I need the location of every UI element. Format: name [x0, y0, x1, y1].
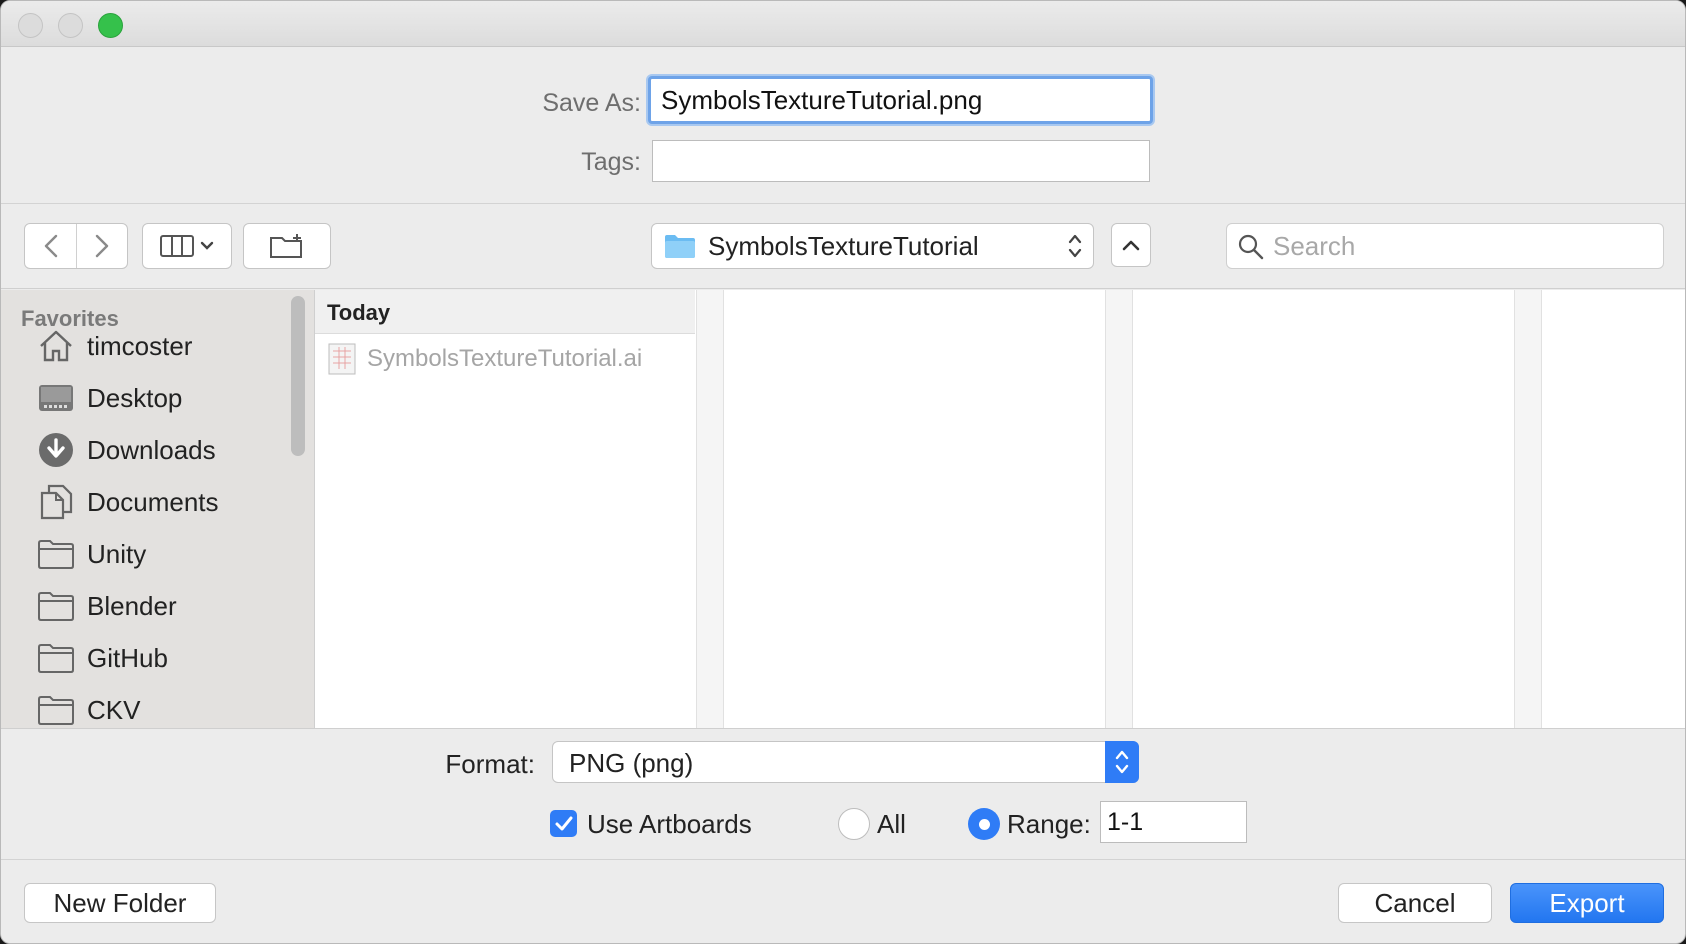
range-label[interactable]: Range:	[1007, 809, 1091, 840]
maximize-window-button[interactable]	[98, 13, 123, 38]
search-icon	[1238, 234, 1264, 260]
sidebar-item-label: GitHub	[87, 642, 168, 673]
close-window-button[interactable]	[18, 13, 43, 38]
folder-plus-icon	[270, 234, 302, 258]
file-name: SymbolsTextureTutorial.ai	[367, 345, 643, 372]
minimize-window-button[interactable]	[58, 13, 83, 38]
use-artboards-checkbox[interactable]	[550, 810, 577, 837]
column-divider[interactable]	[696, 290, 724, 728]
home-icon	[37, 327, 75, 365]
view-mode-button[interactable]	[142, 223, 232, 269]
file-row[interactable]: SymbolsTextureTutorial.ai	[315, 338, 695, 380]
downloads-icon	[37, 431, 75, 469]
sidebar-item-label: timcoster	[87, 330, 193, 361]
column-header-today: Today	[315, 290, 695, 334]
chevron-up-icon	[1122, 240, 1140, 251]
location-label: SymbolsTextureTutorial	[708, 230, 979, 261]
use-artboards-label[interactable]: Use Artboards	[587, 809, 752, 840]
new-folder-icon-button[interactable]	[243, 223, 331, 269]
sidebar-item-unity[interactable]: Unity	[37, 532, 146, 576]
format-value: PNG (png)	[569, 748, 694, 778]
sidebar-item-timcoster[interactable]: timcoster	[37, 324, 192, 368]
sidebar-item-github[interactable]: GitHub	[37, 636, 168, 680]
cancel-button[interactable]: Cancel	[1338, 883, 1492, 923]
forward-button[interactable]	[76, 224, 127, 268]
sidebar-item-label: Blender	[87, 590, 177, 621]
back-button[interactable]	[25, 224, 76, 268]
folder-icon	[37, 691, 75, 728]
sidebar-item-label: Unity	[87, 538, 147, 569]
format-select[interactable]: PNG (png)	[552, 741, 1139, 783]
sidebar-item-documents[interactable]: Documents	[37, 480, 219, 524]
sidebar-item-downloads[interactable]: Downloads	[37, 428, 216, 472]
folder-icon	[37, 587, 75, 625]
checkmark-icon	[555, 816, 572, 830]
sidebar-item-label: Documents	[87, 486, 219, 517]
column-1: Today SymbolsTextureTutorial.ai	[315, 290, 695, 728]
new-folder-button[interactable]: New Folder	[24, 883, 216, 923]
sidebar-item-ckv[interactable]: CKV	[37, 688, 140, 728]
column-divider[interactable]	[1514, 290, 1542, 728]
expand-collapse-button[interactable]	[1111, 223, 1151, 267]
chevron-right-icon	[95, 234, 109, 258]
file-browser: Today SymbolsTextureTutorial.ai	[315, 290, 1685, 728]
folder-icon	[37, 535, 75, 573]
sidebar-scrollbar[interactable]	[291, 296, 305, 456]
tags-label: Tags:	[581, 148, 641, 176]
updown-chevron-icon	[1115, 750, 1129, 774]
search-input[interactable]	[1273, 230, 1653, 262]
save-as-label: Save As:	[542, 89, 641, 117]
save-as-input[interactable]	[648, 76, 1153, 124]
ai-file-icon	[328, 343, 356, 375]
all-label[interactable]: All	[877, 809, 906, 840]
updown-chevron-icon	[1068, 234, 1082, 258]
column-view-icon	[160, 235, 194, 257]
save-dialog: Save As: Tags: SymbolsTextureTutorial	[0, 0, 1686, 944]
desktop-icon	[37, 379, 75, 417]
location-popup[interactable]: SymbolsTextureTutorial	[651, 223, 1094, 269]
chevron-left-icon	[44, 234, 57, 258]
folder-icon	[37, 639, 75, 677]
tags-input[interactable]	[652, 140, 1150, 182]
toolbar: SymbolsTextureTutorial	[1, 205, 1685, 289]
back-forward-group	[24, 223, 128, 269]
format-label: Format:	[445, 749, 535, 779]
sidebar-item-blender[interactable]: Blender	[37, 584, 177, 628]
sidebar-item-desktop[interactable]: Desktop	[37, 376, 182, 420]
radio-dot	[978, 818, 990, 830]
range-radio[interactable]	[968, 808, 1000, 840]
export-options: Format: PNG (png) Use Artboards All Rang…	[1, 728, 1685, 860]
sidebar: Favorites timcoster Desktop Downloads Do…	[1, 290, 315, 728]
title-bar	[1, 1, 1685, 47]
sidebar-item-label: Desktop	[87, 382, 183, 413]
all-radio[interactable]	[838, 808, 870, 840]
documents-icon	[37, 483, 75, 521]
chevron-down-icon	[200, 241, 214, 250]
search-field[interactable]	[1226, 223, 1664, 269]
sidebar-item-label: CKV	[87, 694, 141, 725]
format-stepper[interactable]	[1105, 741, 1139, 783]
sidebar-item-label: Downloads	[87, 434, 216, 465]
export-button[interactable]: Export	[1510, 883, 1664, 923]
folder-icon	[665, 235, 695, 258]
name-section: Save As: Tags:	[1, 47, 1685, 204]
column-divider[interactable]	[1105, 290, 1133, 728]
range-input[interactable]	[1100, 801, 1247, 843]
